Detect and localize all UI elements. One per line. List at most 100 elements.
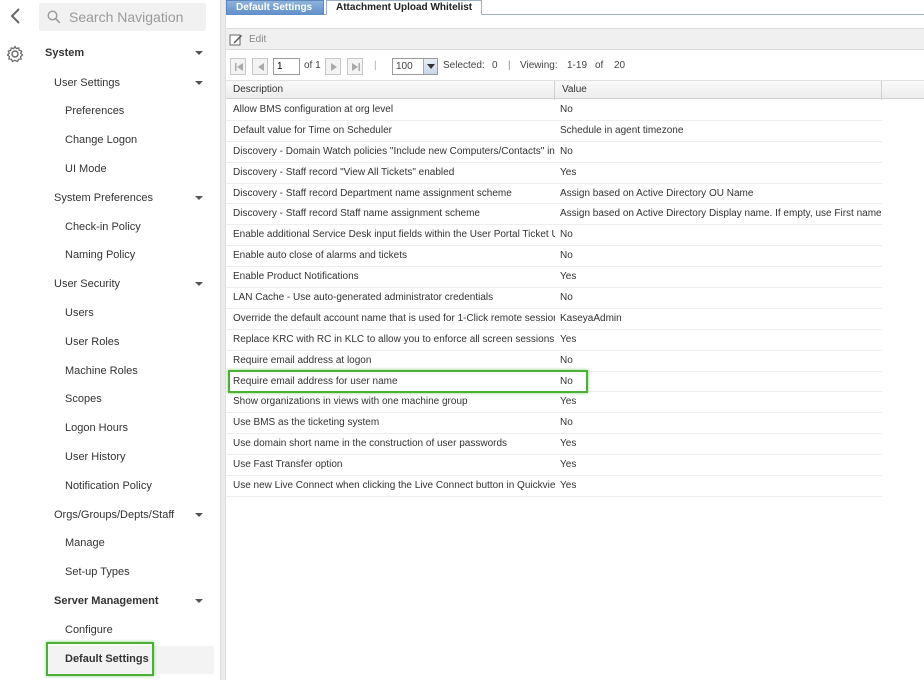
first-page-button[interactable] (230, 58, 246, 75)
edit-button[interactable]: Edit (229, 31, 266, 48)
table-row[interactable]: Discovery - Domain Watch policies "Inclu… (226, 142, 882, 163)
next-page-button[interactable] (325, 58, 341, 75)
last-page-button[interactable] (347, 58, 363, 75)
caret-down-icon[interactable] (195, 81, 203, 85)
cell-description: Discovery - Staff record Department name… (233, 187, 512, 199)
last-page-icon (352, 63, 360, 71)
table-row[interactable]: Enable additional Service Desk input fie… (226, 225, 882, 247)
tab-attachment-upload-whitelist[interactable]: Attachment Upload Whitelist (326, 0, 483, 15)
viewing-total: 20 (614, 60, 626, 71)
table-row[interactable]: Use domain short name in the constructio… (226, 434, 882, 456)
cell-description: Override the default account name that i… (233, 312, 555, 324)
page-size-select[interactable]: 100 (392, 58, 438, 75)
nav-machine-roles[interactable]: Machine Roles (65, 360, 138, 382)
table-row[interactable]: Discovery - Staff record Staff name assi… (226, 204, 882, 226)
cell-description: Replace KRC with RC in KLC to allow you … (233, 333, 555, 345)
column-header-value[interactable]: Value (555, 81, 882, 100)
nav-check-in-policy[interactable]: Check-in Policy (65, 216, 141, 238)
nav-user-roles[interactable]: User Roles (65, 331, 119, 353)
nav-change-logon[interactable]: Change Logon (65, 129, 137, 151)
cell-description: Discovery - Staff record "View All Ticke… (233, 166, 455, 178)
nav-manage[interactable]: Manage (65, 532, 105, 554)
nav-ui-mode[interactable]: UI Mode (65, 158, 107, 180)
nav-set-up-types[interactable]: Set-up Types (65, 561, 130, 583)
caret-down-icon[interactable] (195, 196, 203, 200)
table-row[interactable]: Replace KRC with RC in KLC to allow you … (226, 330, 882, 351)
table-row[interactable]: Enable auto close of alarms and tickets N… (226, 246, 882, 268)
caret-down-icon[interactable] (195, 599, 203, 603)
cell-description: LAN Cache - Use auto-generated administr… (233, 292, 494, 304)
selected-count: 0 (492, 60, 498, 71)
table-row[interactable]: Enable Product Notifications Yes (226, 267, 882, 289)
cell-value: Yes (560, 438, 577, 450)
table-row[interactable]: Require email address at logon No (226, 351, 882, 372)
table-row[interactable]: Discovery - Staff record "View All Ticke… (226, 163, 882, 184)
cell-value: No (560, 104, 573, 115)
pager-separator: | (374, 60, 377, 71)
edit-button-label: Edit (249, 34, 267, 45)
table-row[interactable]: Use Fast Transfer option Yes (226, 455, 882, 477)
nav-user-history[interactable]: User History (65, 446, 126, 468)
cell-description: Show organizations in views with one mac… (233, 396, 468, 408)
tab-bar: Default Settings Attachment Upload White… (226, 0, 924, 15)
pager-separator: | (508, 60, 511, 71)
nav-user-security[interactable]: User Security (54, 273, 120, 295)
table-row[interactable]: Discovery - Staff record Department name… (226, 184, 882, 205)
cell-description: Require email address at logon (233, 354, 372, 366)
table-row[interactable]: Default value for Time on Scheduler Sched… (226, 121, 882, 142)
back-chevron-icon[interactable] (6, 6, 26, 26)
page-size-value: 100 (396, 61, 413, 72)
column-header-description[interactable]: Description (226, 81, 555, 100)
cell-value: No (560, 229, 573, 241)
cell-value: Yes (560, 480, 577, 492)
cell-description: Enable auto close of alarms and tickets (233, 250, 407, 262)
table-row[interactable]: LAN Cache - Use auto-generated administr… (226, 288, 882, 309)
cell-value: No (560, 292, 573, 304)
nav-naming-policy[interactable]: Naming Policy (65, 244, 135, 266)
gear-icon[interactable] (5, 44, 25, 64)
cell-description: Discovery - Staff record Staff name assi… (233, 208, 480, 220)
cell-value: KaseyaAdmin (560, 312, 622, 324)
dropdown-arrow-icon[interactable] (423, 59, 437, 74)
cell-description: Allow BMS configuration at org level (233, 104, 394, 115)
search-box[interactable] (39, 3, 206, 31)
cell-value: Yes (560, 271, 577, 283)
nav-notification-policy[interactable]: Notification Policy (65, 475, 152, 497)
nav-configure[interactable]: Configure (65, 619, 113, 641)
nav-system-preferences[interactable]: System Preferences (54, 187, 153, 209)
table-row[interactable]: Use BMS as the ticketing system No (226, 413, 882, 435)
nav-preferences[interactable]: Preferences (65, 100, 124, 122)
table-row[interactable]: Use new Live Connect when clicking the L… (226, 476, 882, 497)
viewing-range: 1-19 (567, 60, 588, 71)
table-row[interactable]: Show organizations in views with one mac… (226, 392, 882, 414)
table-row[interactable]: Override the default account name that i… (226, 309, 882, 330)
table-row[interactable]: Allow BMS configuration at org level No (226, 100, 882, 121)
search-input[interactable] (69, 9, 199, 25)
cell-description: Discovery - Domain Watch policies "Inclu… (233, 145, 555, 157)
nav-server-management[interactable]: Server Management (54, 590, 159, 612)
selected-label: Selected: (443, 60, 485, 71)
cell-value: Schedule in agent timezone (560, 124, 684, 136)
nav-system[interactable]: System (45, 42, 84, 64)
cell-value: No (560, 354, 573, 366)
nav-users[interactable]: Users (65, 302, 94, 324)
cell-value: Yes (560, 166, 577, 178)
main-panel: Default Settings Attachment Upload White… (226, 0, 924, 680)
nav-user-settings[interactable]: User Settings (54, 72, 120, 94)
nav-orgs-groups[interactable]: Orgs/Groups/Depts/Staff (54, 504, 174, 526)
caret-down-icon[interactable] (195, 282, 203, 286)
caret-down-icon[interactable] (195, 51, 203, 55)
cell-value: No (560, 145, 573, 157)
cell-description: Use Fast Transfer option (233, 459, 343, 471)
prev-page-button[interactable] (252, 58, 268, 75)
nav-logon-hours[interactable]: Logon Hours (65, 417, 128, 439)
caret-down-icon[interactable] (195, 513, 203, 517)
cell-value: Assign based on Active Directory Display… (560, 208, 882, 220)
cell-description: Use new Live Connect when clicking the L… (233, 480, 555, 492)
page-number-input[interactable] (273, 58, 300, 75)
viewing-of-label: of (595, 60, 604, 71)
tab-default-settings[interactable]: Default Settings (226, 0, 324, 15)
cell-description: Enable additional Service Desk input fie… (233, 229, 555, 241)
cell-description: Enable Product Notifications (233, 271, 359, 283)
nav-scopes[interactable]: Scopes (65, 388, 102, 410)
